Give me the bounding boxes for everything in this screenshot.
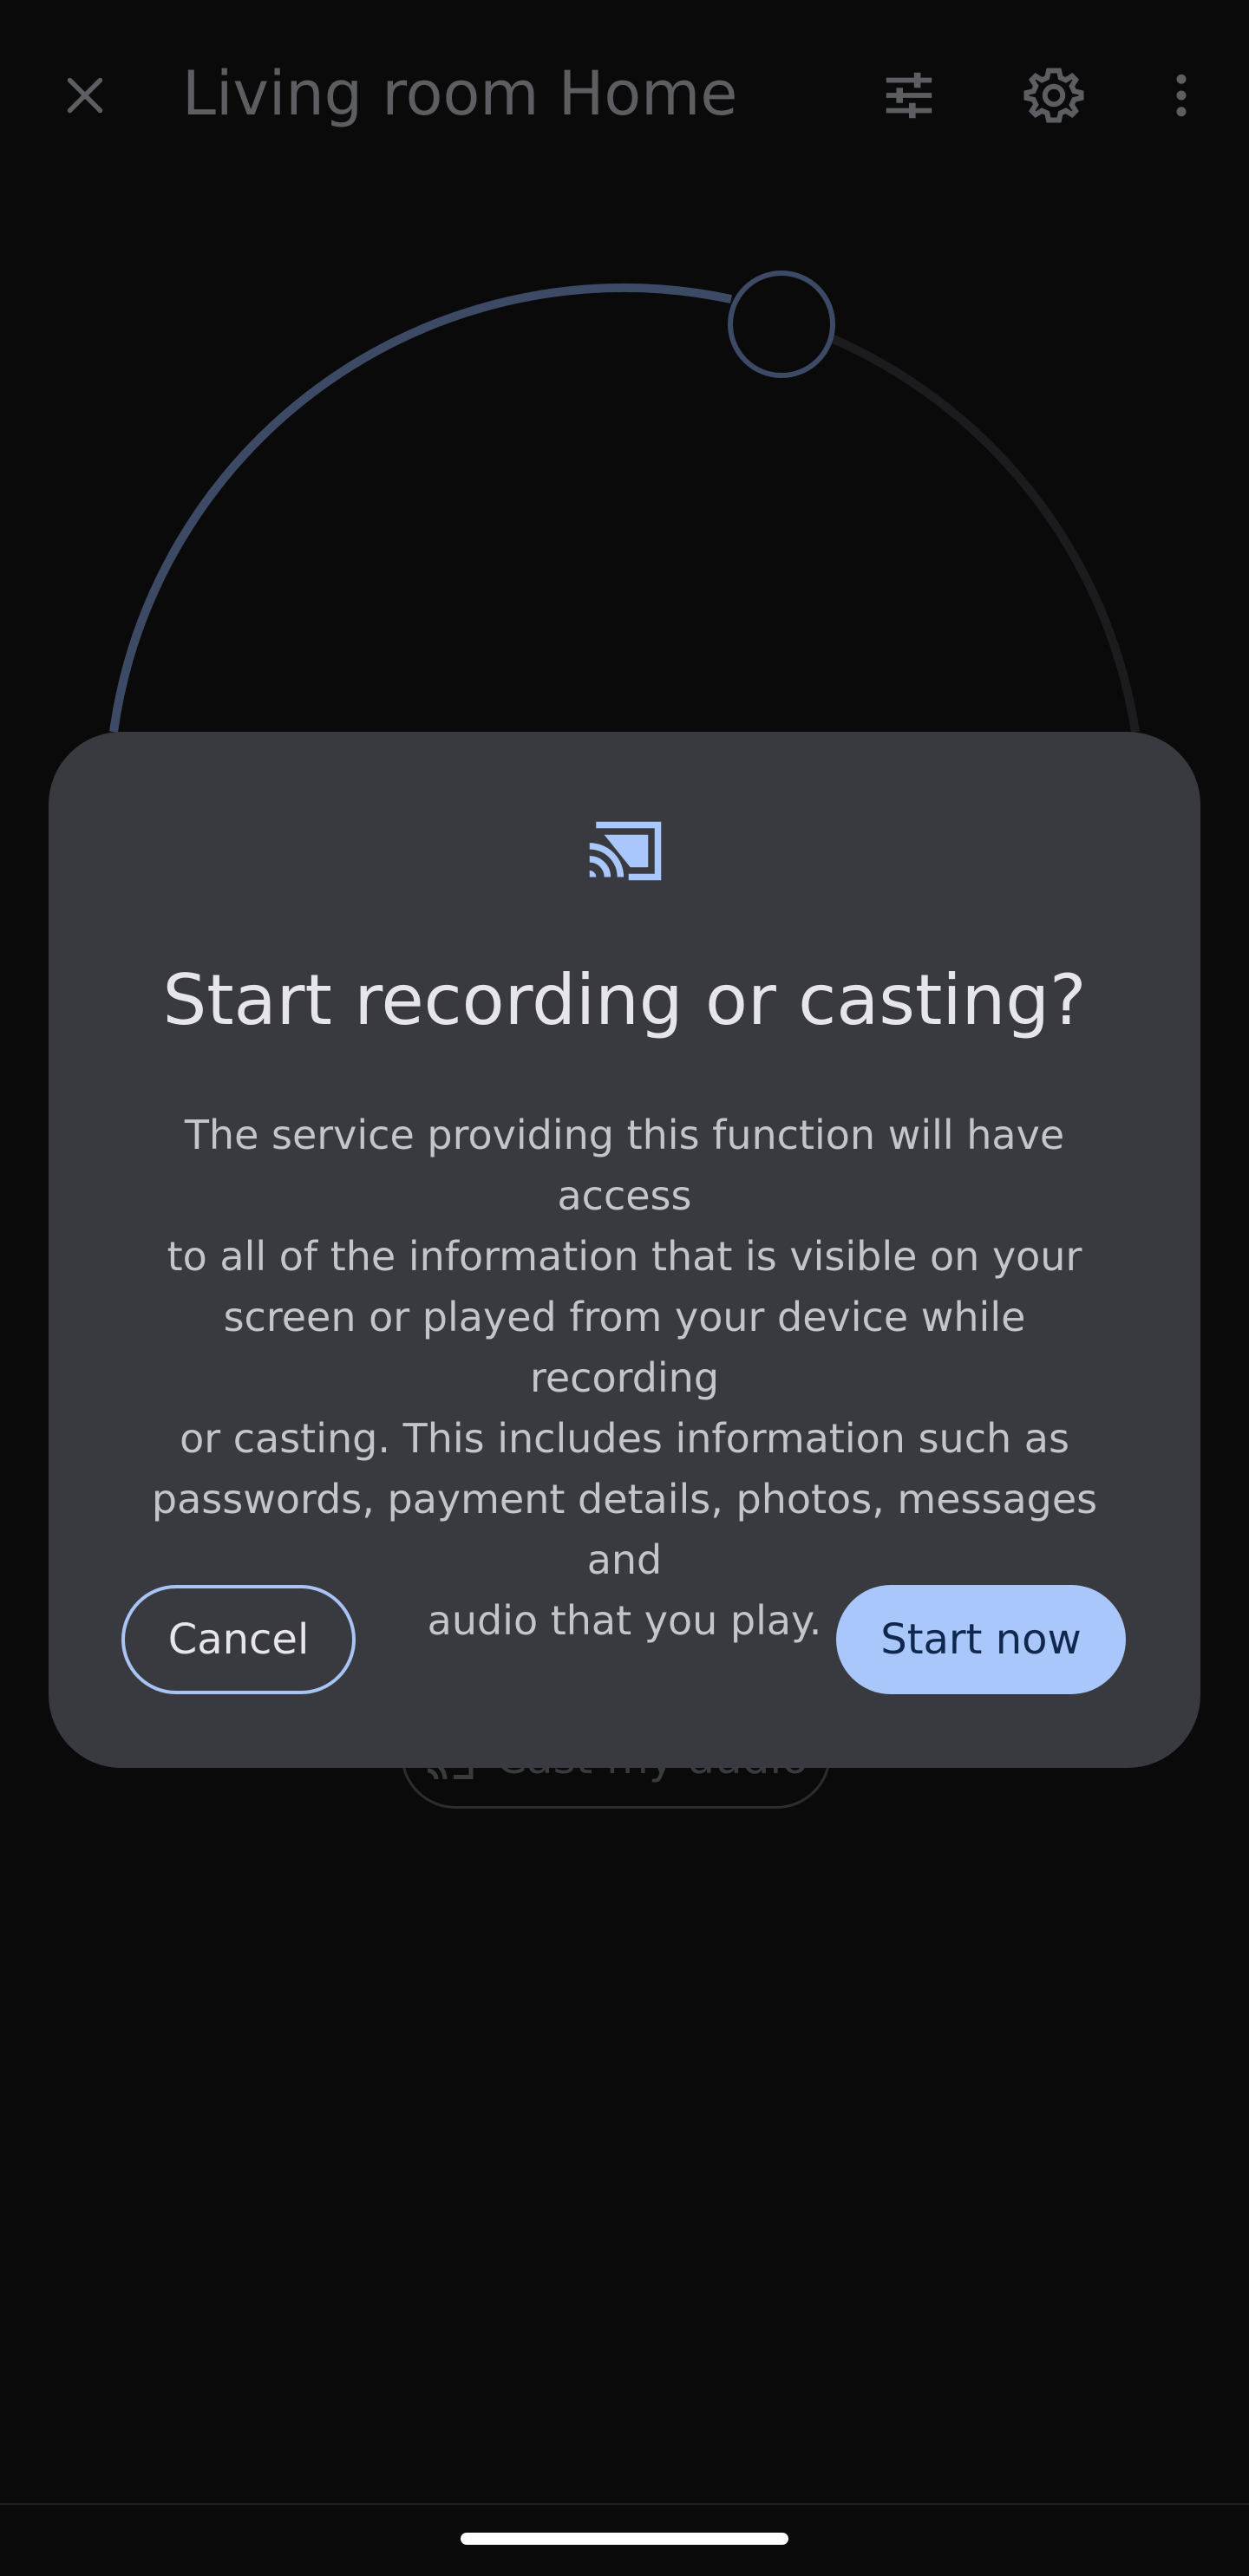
settings-button[interactable] [1010,52,1097,139]
screen: Living room Home Start recording or cast… [0,0,1249,2576]
gear-icon [1023,68,1084,123]
dialog-message-line: to all of the information that is visibl… [167,1233,1082,1280]
navigation-bar-divider [0,2503,1249,2505]
top-app-bar: Living room Home [0,0,1249,186]
dialog-title: Start recording or casting? [162,960,1087,1040]
volume-dial-fill [109,284,733,733]
start-now-button[interactable]: Start now [836,1585,1126,1694]
tune-icon [886,72,932,119]
dialog-message-line: screen or played from your device while … [223,1294,1026,1401]
more-options-button[interactable] [1138,52,1225,139]
cancel-button[interactable]: Cancel [121,1585,356,1694]
more-vert-icon [1176,74,1187,117]
volume-dial-track [821,330,1140,733]
screen-capture-permission-dialog: Start recording or casting? The service … [49,732,1200,1768]
close-icon [67,77,103,114]
volume-dial-thumb[interactable] [728,271,835,378]
gesture-home-handle[interactable] [461,2533,788,2545]
dialog-message: The service providing this function will… [127,1105,1122,1651]
dialog-message-line: passwords, payment details, photos, mess… [151,1476,1098,1583]
dialog-message-line: The service providing this function will… [184,1112,1065,1219]
dialog-message-line: or casting. This includes information su… [180,1415,1069,1462]
close-button[interactable] [42,52,128,139]
cast-icon [586,818,664,884]
equalizer-settings-button[interactable] [866,52,952,139]
page-title: Living room Home [182,58,738,129]
